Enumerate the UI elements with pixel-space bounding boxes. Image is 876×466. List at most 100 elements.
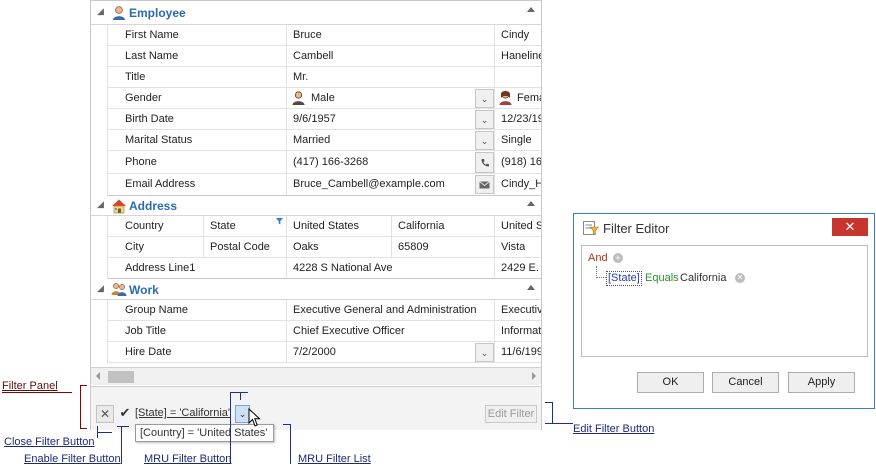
category-employee[interactable]: ◢ Employee bbox=[91, 1, 541, 25]
value-cell[interactable]: 11/6/199 bbox=[495, 342, 541, 362]
expand-icon[interactable]: ◢ bbox=[97, 283, 106, 295]
phone-button[interactable] bbox=[475, 152, 494, 173]
value-cell[interactable]: Executive General and Administration bbox=[287, 300, 495, 320]
value-cell[interactable]: United States bbox=[287, 216, 392, 236]
envelope-icon bbox=[479, 180, 490, 188]
callout-line bbox=[553, 423, 573, 424]
property-row[interactable]: Job Title Chief Executive Officer Inform… bbox=[108, 321, 541, 342]
callout-filter-panel: Filter Panel bbox=[2, 380, 58, 392]
expand-icon[interactable]: ◢ bbox=[97, 6, 106, 18]
value-cell[interactable]: Cambell bbox=[287, 46, 495, 66]
value-cell[interactable]: Executive bbox=[495, 300, 541, 320]
property-row[interactable]: Last Name Cambell Haneline bbox=[108, 46, 541, 67]
row-label: Postal Code bbox=[204, 237, 287, 257]
expand-icon[interactable]: ◢ bbox=[97, 199, 106, 211]
value-cell[interactable]: 65809 bbox=[392, 237, 495, 257]
add-condition-icon[interactable]: + bbox=[613, 253, 623, 263]
dialog-titlebar[interactable]: Filter Editor ✕ bbox=[574, 214, 874, 242]
close-button[interactable]: ✕ bbox=[832, 218, 868, 236]
email-button[interactable] bbox=[475, 175, 494, 194]
filter-icon[interactable] bbox=[276, 218, 283, 225]
dropdown-button[interactable]: ⌄ bbox=[475, 343, 494, 362]
callout-enable-filter-button: Enable Filter Button bbox=[24, 453, 121, 465]
value-cell[interactable]: Fema bbox=[495, 88, 541, 108]
value-cell[interactable]: Single bbox=[495, 130, 541, 150]
dropdown-button[interactable]: ⌄ bbox=[475, 89, 494, 108]
enable-filter-checkbox[interactable]: ✔ bbox=[117, 405, 133, 421]
filter-tree[interactable]: And + [State] Equals California ✕ bbox=[581, 245, 868, 357]
property-row[interactable]: Phone (417) 166-3268 (918) 16 bbox=[108, 151, 541, 174]
cursor-icon bbox=[248, 408, 261, 427]
value-cell[interactable]: 12/23/19 bbox=[495, 109, 541, 129]
collapse-icon[interactable] bbox=[527, 285, 535, 290]
condition-operator[interactable]: Equals bbox=[645, 272, 679, 284]
close-filter-button[interactable]: ✕ bbox=[96, 405, 114, 423]
ok-button[interactable]: OK bbox=[637, 372, 704, 393]
value-cell[interactable]: California bbox=[392, 216, 495, 236]
category-address[interactable]: ◢ Address bbox=[91, 196, 541, 216]
value-cell[interactable]: Cindy_Ha bbox=[495, 174, 541, 195]
property-row[interactable]: Group Name Executive General and Adminis… bbox=[108, 300, 541, 321]
row-label: Job Title bbox=[108, 321, 287, 341]
value-cell[interactable]: 7/2/2000 ⌄ bbox=[287, 342, 495, 362]
value-cell[interactable]: Bruce_Cambell@example.com bbox=[287, 174, 495, 195]
vertical-grid: ◢ Employee First Name Bruce Cindy Last N… bbox=[90, 0, 542, 430]
remove-condition-icon[interactable]: ✕ bbox=[735, 273, 745, 283]
value-cell[interactable]: Informati bbox=[495, 321, 541, 341]
filter-panel-bracket bbox=[80, 385, 87, 429]
property-row[interactable]: Country State United States California U… bbox=[108, 216, 541, 237]
value-cell[interactable]: Mr. bbox=[287, 67, 495, 87]
collapse-icon[interactable] bbox=[527, 201, 535, 206]
row-label: Gender bbox=[108, 88, 287, 108]
row-label: Address Line1 bbox=[108, 258, 287, 278]
property-row[interactable]: First Name Bruce Cindy bbox=[108, 25, 541, 46]
date-text: 7/2/2000 bbox=[293, 346, 336, 358]
value-cell[interactable]: 9/6/1957 ⌄ bbox=[287, 109, 495, 129]
value-cell[interactable]: Married ⌄ bbox=[287, 130, 495, 150]
row-indent bbox=[91, 25, 108, 196]
property-row[interactable]: Marital Status Married ⌄ Single bbox=[108, 130, 541, 151]
value-cell[interactable]: Chief Executive Officer bbox=[287, 321, 495, 341]
property-row[interactable]: Email Address Bruce_Cambell@example.com … bbox=[108, 174, 541, 196]
property-row[interactable]: Hire Date 7/2/2000 ⌄ 11/6/199 bbox=[108, 342, 541, 363]
row-label: City bbox=[108, 237, 204, 257]
dropdown-button[interactable]: ⌄ bbox=[475, 110, 494, 129]
property-row[interactable]: Gender Male ⌄ Fema bbox=[108, 88, 541, 109]
cancel-button[interactable]: Cancel bbox=[712, 372, 779, 393]
callout-line bbox=[545, 402, 553, 424]
scroll-thumb[interactable] bbox=[108, 371, 134, 383]
mru-item[interactable]: [Country] = 'United States' bbox=[140, 427, 267, 439]
collapse-icon[interactable] bbox=[527, 7, 535, 12]
property-row[interactable]: Title Mr. bbox=[108, 67, 541, 88]
horizontal-scrollbar[interactable] bbox=[91, 367, 541, 385]
value-cell[interactable]: (417) 166-3268 bbox=[287, 151, 495, 173]
scroll-right-icon[interactable] bbox=[532, 372, 536, 380]
row-label: Phone bbox=[108, 151, 287, 173]
condition-field[interactable]: [State] bbox=[606, 271, 642, 286]
category-title: Address bbox=[129, 199, 178, 213]
group-operator[interactable]: And bbox=[588, 252, 608, 264]
value-cell[interactable]: Cindy bbox=[495, 25, 541, 45]
condition-value[interactable]: California bbox=[680, 272, 726, 284]
scroll-left-icon[interactable] bbox=[96, 372, 100, 380]
property-row[interactable]: Birth Date 9/6/1957 ⌄ 12/23/19 bbox=[108, 109, 541, 130]
value-cell[interactable]: Vista bbox=[495, 237, 541, 257]
value-cell[interactable]: (918) 16 bbox=[495, 151, 541, 173]
value-cell[interactable]: 4228 S National Ave bbox=[287, 258, 495, 278]
filter-editor-icon bbox=[583, 221, 599, 235]
value-cell[interactable]: Male ⌄ bbox=[287, 88, 495, 108]
dropdown-button[interactable]: ⌄ bbox=[475, 131, 494, 150]
value-cell[interactable]: Bruce bbox=[287, 25, 495, 45]
value-cell[interactable]: Haneline bbox=[495, 46, 541, 66]
category-work[interactable]: ◢ Work bbox=[91, 279, 541, 300]
value-cell[interactable]: United St bbox=[495, 216, 541, 236]
edit-filter-button[interactable]: Edit Filter bbox=[485, 405, 537, 423]
filter-text[interactable]: [State] = 'California' bbox=[135, 407, 230, 419]
property-row[interactable]: Address Line1 4228 S National Ave 2429 E… bbox=[108, 258, 541, 279]
value-cell[interactable]: 2429 E. bbox=[495, 258, 541, 278]
phone-icon bbox=[481, 158, 489, 166]
value-cell[interactable] bbox=[495, 67, 541, 87]
apply-button[interactable]: Apply bbox=[788, 372, 855, 393]
property-row[interactable]: City Postal Code Oaks 65809 Vista bbox=[108, 237, 541, 258]
value-cell[interactable]: Oaks bbox=[287, 237, 392, 257]
